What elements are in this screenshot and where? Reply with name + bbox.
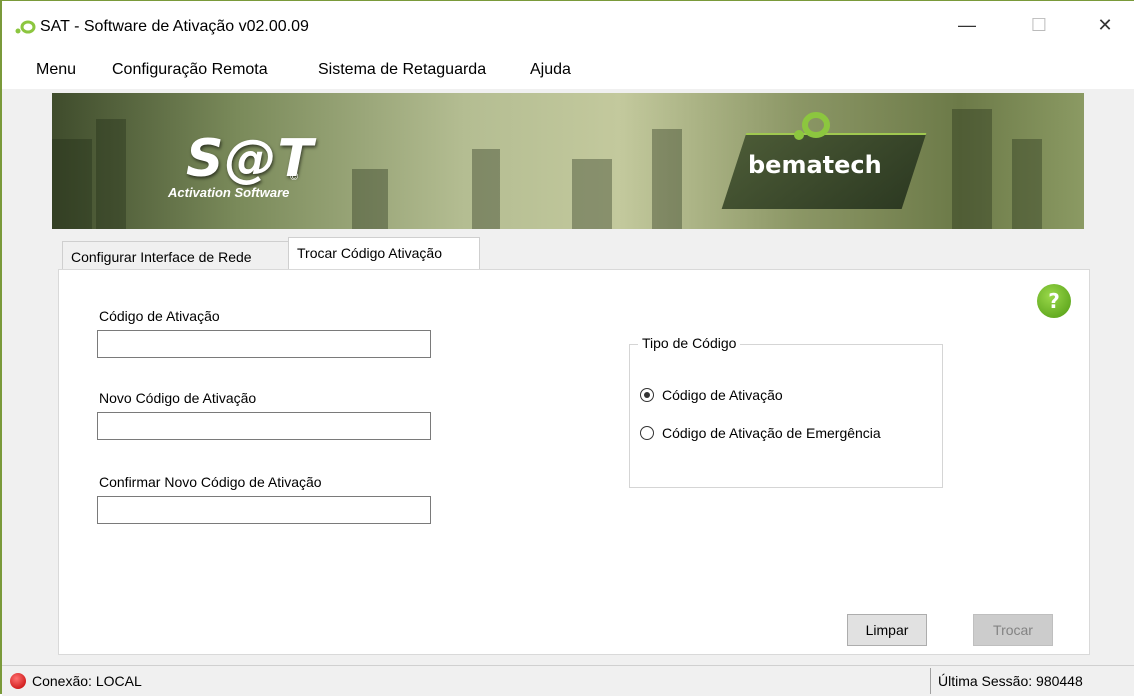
window-title: SAT - Software de Ativação v02.00.09 (40, 18, 309, 35)
novo-codigo-input[interactable] (97, 412, 431, 440)
banner-building (52, 139, 92, 229)
brand-name: bematech (748, 151, 882, 179)
menu-item-ajuda[interactable]: Ajuda (530, 61, 571, 79)
connection-status: Conexão: LOCAL (32, 673, 142, 689)
banner-building (352, 169, 388, 229)
copyright-mark: © (290, 171, 299, 183)
menu-bar: Menu Configuração Remota Sistema de Reta… (2, 53, 1134, 89)
tab-panel: ? Código de Ativação Novo Código de Ativ… (58, 269, 1090, 655)
radio-label: Código de Ativação (662, 387, 783, 403)
header-banner: S@T © Activation Software bematech (52, 93, 1084, 229)
tipo-codigo-group: Tipo de Código Código de Ativação Código… (629, 335, 943, 488)
app-logo-icon (15, 20, 36, 34)
radio-label: Código de Ativação de Emergência (662, 425, 881, 441)
banner-building (572, 159, 612, 229)
banner-building (96, 119, 126, 229)
bematech-logo-icon (794, 112, 830, 140)
limpar-button[interactable]: Limpar (847, 614, 927, 646)
radio-selected-icon[interactable] (640, 388, 654, 402)
app-window: SAT - Software de Ativação v02.00.09 — ☐… (0, 0, 1134, 696)
maximize-button[interactable]: ☐ (1016, 15, 1062, 43)
banner-building (652, 129, 682, 229)
confirmar-codigo-input[interactable] (97, 496, 431, 524)
novo-codigo-label: Novo Código de Ativação (99, 390, 257, 406)
status-divider (930, 668, 931, 694)
close-button[interactable]: ✕ (1082, 15, 1128, 43)
confirmar-codigo-label: Confirmar Novo Código de Ativação (99, 474, 322, 490)
last-session: Última Sessão: 980448 (938, 673, 1083, 689)
codigo-ativacao-label: Código de Ativação (99, 308, 220, 324)
tipo-codigo-title: Tipo de Código (638, 335, 741, 351)
minimize-button[interactable]: — (944, 15, 990, 43)
tab-trocar-codigo-ativacao[interactable]: Trocar Código Ativação (288, 237, 480, 271)
radio-codigo-emergencia[interactable]: Código de Ativação de Emergência (640, 425, 881, 441)
help-icon[interactable]: ? (1037, 284, 1071, 318)
menu-item-configuracao-remota[interactable]: Configuração Remota (112, 61, 268, 79)
connection-status-icon (10, 673, 26, 689)
banner-building (472, 149, 500, 229)
banner-building (1012, 139, 1042, 229)
banner-building (952, 109, 992, 229)
menu-item-sistema-retaguarda[interactable]: Sistema de Retaguarda (318, 61, 486, 79)
title-bar: SAT - Software de Ativação v02.00.09 — ☐… (2, 1, 1134, 53)
sat-subtitle: Activation Software (168, 185, 290, 200)
codigo-ativacao-input[interactable] (97, 330, 431, 358)
radio-unselected-icon[interactable] (640, 426, 654, 440)
status-bar: Conexão: LOCAL Última Sessão: 980448 (2, 665, 1134, 696)
menu-item-menu[interactable]: Menu (36, 61, 76, 79)
radio-codigo-ativacao[interactable]: Código de Ativação (640, 387, 783, 403)
trocar-button[interactable]: Trocar (973, 614, 1053, 646)
tab-configurar-interface-rede[interactable]: Configurar Interface de Rede (62, 241, 290, 271)
